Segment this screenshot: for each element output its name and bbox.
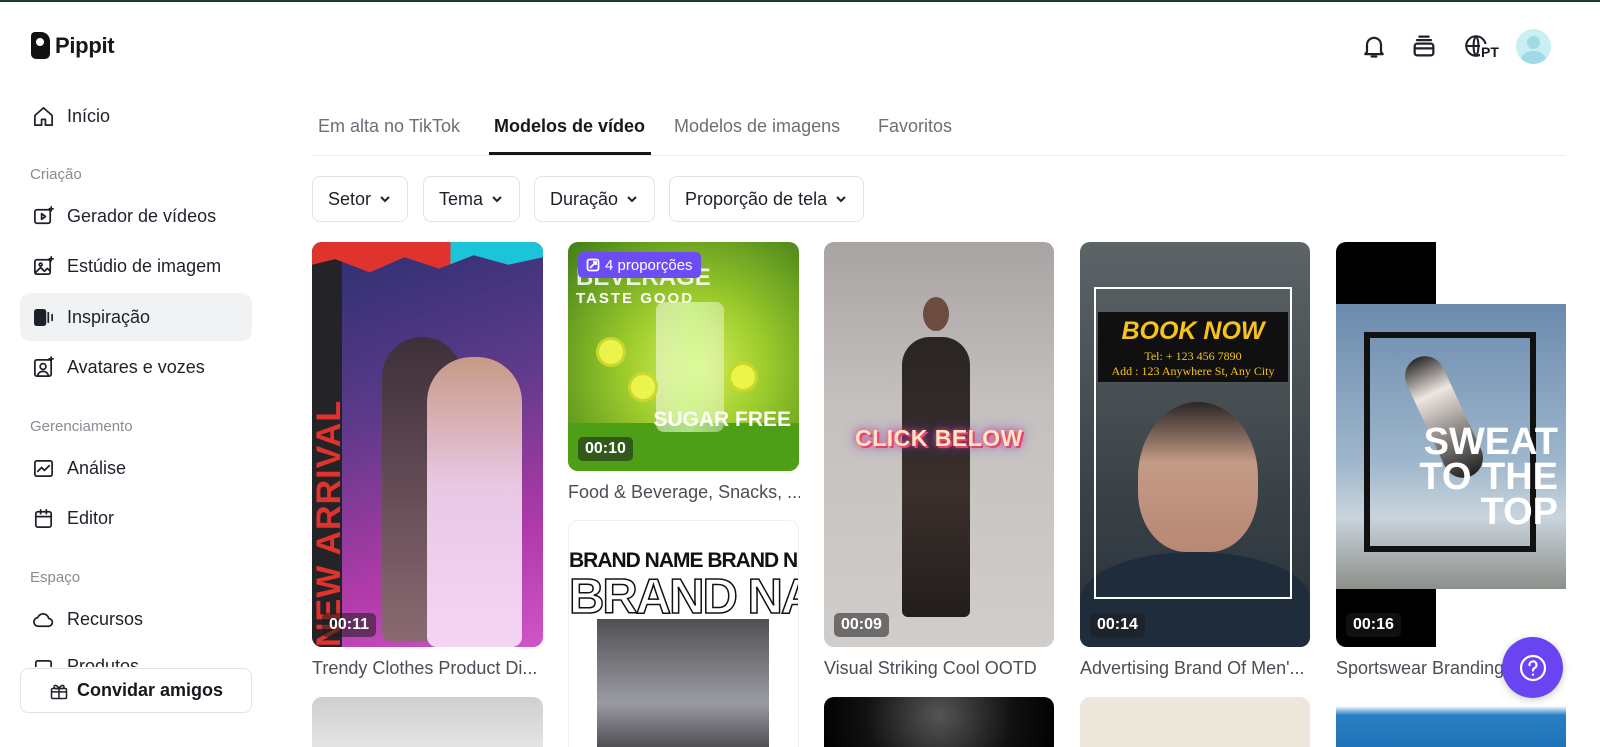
stack-icon [1413, 35, 1435, 57]
help-icon [1519, 654, 1546, 681]
sidebar-item-resources[interactable]: Recursos [20, 595, 252, 643]
sidebar-item-home[interactable]: Início [20, 92, 252, 140]
template-card-cool-ootd[interactable]: CLICK BELOW 00:09 [824, 242, 1054, 647]
card-title[interactable]: Visual Striking Cool OOTD [824, 658, 1056, 679]
sidebar-item-inspiration[interactable]: Inspiração [20, 293, 252, 341]
card-art-text-big: BRAND NAME [569, 569, 798, 625]
duration-badge: 00:09 [834, 613, 889, 637]
card-title[interactable]: Advertising Brand Of Men'... [1080, 658, 1312, 679]
duration-badge: 00:11 [322, 613, 377, 637]
template-card-food-beverage[interactable]: BEVERAGE TASTE GOOD SUGAR FREE 4 proporç… [568, 242, 799, 471]
aspect-ratio-badge: 4 proporções [578, 252, 701, 278]
card-art-text: BOOK NOW [1121, 317, 1265, 345]
sidebar-item-label: Início [67, 105, 111, 126]
cloud-icon [31, 607, 55, 631]
template-tabs: Em alta no TikTok Modelos de vídeo Model… [312, 102, 1566, 156]
filter-aspect-ratio[interactable]: Proporção de tela [669, 176, 865, 222]
sidebar-item-label: Produtos [67, 656, 140, 667]
template-card-sportswear[interactable]: SWEAT TO THE TOP 00:16 [1336, 242, 1566, 647]
filter-label: Tema [439, 188, 484, 209]
active-tab-indicator [489, 152, 651, 155]
sidebar-item-label: Inspiração [67, 306, 151, 327]
sidebar-item-avatars-voices[interactable]: Avatares e vozes [20, 343, 252, 391]
section-title-space: Espaço [30, 569, 81, 586]
card-art-info-address: Add : 123 Anywhere St, Any City [1111, 364, 1275, 378]
template-card-mens-barber[interactable]: BOOK NOW Tel: + 123 456 7890 Add : 123 A… [1080, 242, 1310, 647]
gift-icon [50, 684, 68, 699]
template-card-row2-5[interactable] [1336, 697, 1566, 747]
tab-tiktok-trending[interactable]: Em alta no TikTok [318, 116, 460, 137]
template-card-row2-3[interactable] [824, 697, 1054, 747]
language-code: PT [1480, 44, 1500, 60]
sidebar-item-label: Editor [67, 507, 115, 528]
badge-label: 4 proporções [605, 256, 693, 274]
template-card-row2-1[interactable] [312, 697, 543, 747]
pippit-logo-icon [31, 32, 50, 59]
bell-icon [1364, 36, 1384, 58]
video-generator-icon [31, 204, 55, 228]
filter-label: Proporção de tela [685, 188, 828, 209]
subscription-button[interactable] [1408, 30, 1440, 62]
sidebar-item-editor[interactable]: Editor [20, 494, 252, 542]
avatar[interactable] [1516, 29, 1551, 64]
filter-label: Setor [328, 188, 372, 209]
image-studio-icon [31, 254, 55, 278]
tab-video-templates[interactable]: Modelos de vídeo [494, 116, 645, 137]
sidebar-item-video-generator[interactable]: Gerador de vídeos [20, 192, 252, 240]
calendar-icon [31, 506, 55, 530]
filter-label: Duração [550, 188, 619, 209]
tab-favorites[interactable]: Favoritos [878, 116, 952, 137]
card-art-text: SWEAT TO THE TOP [1419, 421, 1558, 533]
sidebar-item-label: Análise [67, 457, 127, 478]
sidebar-item-label: Recursos [67, 608, 144, 629]
card-art-text: CLICK BELOW [855, 425, 1023, 451]
sidebar-item-analytics[interactable]: Análise [20, 444, 252, 492]
logo-text: Pippit [55, 32, 115, 58]
chevron-down-icon [836, 196, 846, 203]
section-title-management: Gerenciamento [30, 418, 133, 435]
duration-badge: 00:16 [1346, 613, 1401, 637]
help-button[interactable] [1502, 637, 1563, 698]
tab-image-templates[interactable]: Modelos de imagens [674, 116, 840, 137]
card-title[interactable]: Food & Beverage, Snacks, ... [568, 482, 800, 503]
sidebar-item-products[interactable]: Produtos [20, 645, 252, 667]
logo[interactable]: Pippit [31, 32, 115, 59]
card-art-info-phone: Tel: + 123 456 7890 [1144, 349, 1242, 363]
sidebar-item-label: Estúdio de imagem [67, 255, 222, 276]
inspiration-icon [31, 305, 55, 329]
avatar-voice-icon [31, 355, 55, 379]
home-icon [31, 104, 55, 128]
invite-friends-button[interactable]: Convidar amigos [20, 668, 252, 713]
sidebar: Pippit Início Criação Gerador de vídeos … [0, 0, 270, 747]
chevron-down-icon [380, 196, 390, 203]
sidebar-item-label: Gerador de vídeos [67, 205, 217, 226]
notifications-button[interactable] [1358, 30, 1390, 62]
card-art-text: NEW ARRIVAL [312, 399, 348, 647]
resize-icon [586, 258, 600, 272]
sidebar-item-label: Avatares e vozes [67, 356, 205, 377]
sidebar-item-image-studio[interactable]: Estúdio de imagem [20, 242, 252, 290]
duration-badge: 00:10 [578, 437, 633, 461]
template-card-trendy-clothes[interactable]: NEW ARRIVAL 00:11 [312, 242, 543, 647]
card-title[interactable]: Trendy Clothes Product Di... [312, 658, 544, 679]
section-title-creation: Criação [30, 166, 82, 183]
analytics-icon [31, 456, 55, 480]
product-icon [31, 656, 55, 667]
language-selector[interactable]: PT [1460, 30, 1500, 62]
card-art-side-text: SUGAR FREE [653, 408, 791, 431]
chevron-down-icon [627, 196, 637, 203]
invite-friends-label: Convidar amigos [76, 680, 224, 700]
card-title[interactable]: Sportswear Branding [1336, 658, 1526, 679]
filter-duration[interactable]: Duração [534, 176, 656, 222]
duration-badge: 00:14 [1090, 613, 1145, 637]
filter-sector[interactable]: Setor [312, 176, 409, 222]
filter-theme[interactable]: Tema [423, 176, 521, 222]
template-card-row2-4[interactable] [1080, 697, 1310, 747]
chevron-down-icon [492, 196, 502, 203]
template-card-brand-name[interactable]: BRAND NAME BRAND NAME BRAN BRAND NAME [568, 520, 799, 747]
